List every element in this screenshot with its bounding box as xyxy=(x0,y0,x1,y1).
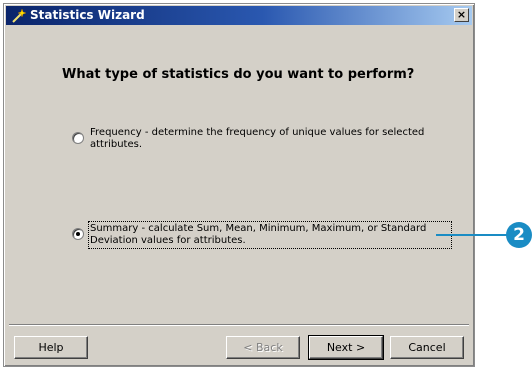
radio-selected-dot xyxy=(76,232,80,236)
cancel-button-label: Cancel xyxy=(408,341,446,354)
wizard-question: What type of statistics do you want to p… xyxy=(62,67,415,82)
callout-number-badge: 2 xyxy=(506,222,532,248)
cancel-button[interactable]: Cancel xyxy=(390,336,464,359)
frequency-label[interactable]: Frequency - determine the frequency of u… xyxy=(90,127,450,151)
summary-label[interactable]: Summary - calculate Sum, Mean, Minimum, … xyxy=(88,221,452,249)
wizard-wand-icon xyxy=(12,8,26,23)
summary-radio[interactable] xyxy=(72,228,84,240)
help-button-label: Help xyxy=(38,341,64,354)
help-button[interactable]: Help xyxy=(14,336,88,359)
button-separator xyxy=(9,324,469,326)
frequency-label-line1: Frequency - determine the frequency of u… xyxy=(90,127,425,138)
frequency-radio[interactable] xyxy=(72,132,84,144)
back-button[interactable]: < Back xyxy=(226,336,300,359)
next-button-label: Next > xyxy=(326,341,366,354)
frequency-option[interactable]: Frequency - determine the frequency of u… xyxy=(72,127,457,157)
callout-line xyxy=(436,234,508,236)
statistics-wizard-dialog: Statistics Wizard × What type of statist… xyxy=(3,3,475,367)
title-bar[interactable]: Statistics Wizard × xyxy=(6,6,472,25)
summary-label-line2: Deviation values for attributes. xyxy=(90,235,246,246)
back-button-label: < Back xyxy=(243,341,283,354)
summary-label-line1: Summary - calculate Sum, Mean, Minimum, … xyxy=(90,223,427,234)
next-button[interactable]: Next > xyxy=(308,335,384,360)
frequency-label-line2: attributes. xyxy=(90,139,143,150)
window-title: Statistics Wizard xyxy=(30,8,145,22)
close-button[interactable]: × xyxy=(454,8,469,22)
summary-option[interactable]: Summary - calculate Sum, Mean, Minimum, … xyxy=(72,221,457,253)
